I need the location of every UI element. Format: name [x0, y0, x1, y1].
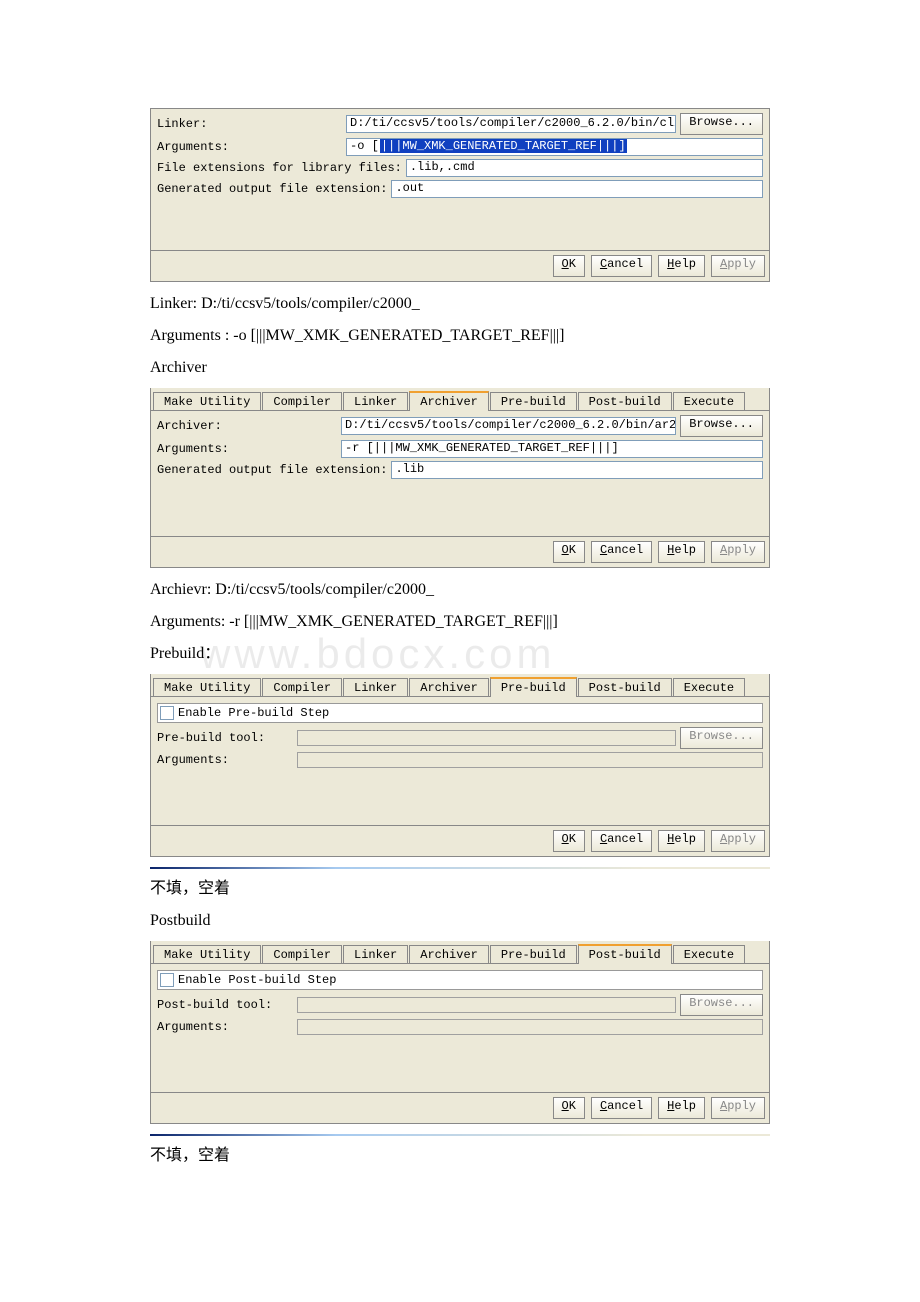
archiver-label: Archiver:	[157, 419, 337, 433]
tab-linker[interactable]: Linker	[343, 678, 408, 696]
doc-text: 不填，空着	[150, 877, 770, 901]
tab-linker[interactable]: Linker	[343, 945, 408, 963]
ok-button[interactable]: OK	[553, 255, 585, 277]
tab-postbuild[interactable]: Post-build	[578, 944, 672, 964]
arguments-input	[297, 1019, 763, 1035]
apply-button[interactable]: Apply	[711, 541, 765, 563]
doc-text: Archievr: D:/ti/ccsv5/tools/compiler/c20…	[150, 578, 770, 602]
apply-button[interactable]: Apply	[711, 255, 765, 277]
tab-make[interactable]: Make Utility	[153, 945, 261, 963]
enable-prebuild-label: Enable Pre-build Step	[178, 706, 329, 720]
cancel-button[interactable]: Cancel	[591, 541, 652, 563]
gen-out-label: Generated output file extension:	[157, 463, 387, 477]
tab-postbuild[interactable]: Post-build	[578, 392, 672, 410]
apply-button[interactable]: Apply	[711, 830, 765, 852]
doc-text: Arguments: -r [|||MW_XMK_GENERATED_TARGE…	[150, 610, 770, 634]
postbuild-tool-input	[297, 997, 676, 1013]
doc-text: Archiver	[150, 356, 770, 380]
prebuild-panel: Make Utility Compiler Linker Archiver Pr…	[150, 674, 770, 857]
cancel-button[interactable]: Cancel	[591, 1097, 652, 1119]
tab-archiver[interactable]: Archiver	[409, 945, 489, 963]
tab-make[interactable]: Make Utility	[153, 392, 261, 410]
tab-postbuild[interactable]: Post-build	[578, 678, 672, 696]
gen-out-input[interactable]: .lib	[391, 461, 763, 479]
cancel-button[interactable]: Cancel	[591, 255, 652, 277]
doc-text: Postbuild	[150, 909, 770, 933]
prebuild-tool-label: Pre-build tool:	[157, 731, 293, 745]
ok-button[interactable]: OK	[553, 1097, 585, 1119]
arguments-label: Arguments:	[157, 753, 293, 767]
ok-button[interactable]: OK	[553, 830, 585, 852]
doc-text: Prebuild：	[150, 642, 770, 666]
tab-archiver[interactable]: Archiver	[409, 391, 489, 411]
archiver-input[interactable]: D:/ti/ccsv5/tools/compiler/c2000_6.2.0/b…	[341, 417, 676, 435]
selected-text: |||MW_XMK_GENERATED_TARGET_REF|||]	[380, 139, 627, 153]
tab-prebuild[interactable]: Pre-build	[490, 677, 577, 697]
checkbox-icon[interactable]	[160, 973, 174, 987]
help-button[interactable]: Help	[658, 541, 705, 563]
apply-button[interactable]: Apply	[711, 1097, 765, 1119]
enable-postbuild-row[interactable]: Enable Post-build Step	[157, 970, 763, 990]
linker-panel: Linker: D:/ti/ccsv5/tools/compiler/c2000…	[150, 108, 770, 282]
arguments-label: Arguments:	[157, 442, 337, 456]
tab-prebuild[interactable]: Pre-build	[490, 392, 577, 410]
browse-button: Browse...	[680, 994, 763, 1016]
tab-execute[interactable]: Execute	[673, 392, 745, 410]
arguments-label: Arguments:	[157, 140, 342, 154]
arguments-input	[297, 752, 763, 768]
cancel-button[interactable]: Cancel	[591, 830, 652, 852]
tab-compiler[interactable]: Compiler	[262, 392, 342, 410]
browse-button[interactable]: Browse...	[680, 415, 763, 437]
help-button[interactable]: Help	[658, 1097, 705, 1119]
postbuild-panel: Make Utility Compiler Linker Archiver Pr…	[150, 941, 770, 1124]
help-button[interactable]: Help	[658, 830, 705, 852]
prebuild-tool-input	[297, 730, 676, 746]
postbuild-tool-label: Post-build tool:	[157, 998, 293, 1012]
tab-prebuild[interactable]: Pre-build	[490, 945, 577, 963]
ext-lib-input[interactable]: .lib,.cmd	[406, 159, 763, 177]
tab-compiler[interactable]: Compiler	[262, 945, 342, 963]
tab-make[interactable]: Make Utility	[153, 678, 261, 696]
doc-text: Linker: D:/ti/ccsv5/tools/compiler/c2000…	[150, 292, 770, 316]
tab-execute[interactable]: Execute	[673, 945, 745, 963]
help-button[interactable]: Help	[658, 255, 705, 277]
linker-input[interactable]: D:/ti/ccsv5/tools/compiler/c2000_6.2.0/b…	[346, 115, 676, 133]
browse-button[interactable]: Browse...	[680, 113, 763, 135]
archiver-panel: Make Utility Compiler Linker Archiver Pr…	[150, 388, 770, 568]
gen-out-input[interactable]: .out	[391, 180, 763, 198]
tab-linker[interactable]: Linker	[343, 392, 408, 410]
browse-button: Browse...	[680, 727, 763, 749]
tab-execute[interactable]: Execute	[673, 678, 745, 696]
arguments-input[interactable]: -r [|||MW_XMK_GENERATED_TARGET_REF|||]	[341, 440, 763, 458]
doc-text: 不填，空着	[150, 1144, 770, 1168]
enable-prebuild-row[interactable]: Enable Pre-build Step	[157, 703, 763, 723]
tab-archiver[interactable]: Archiver	[409, 678, 489, 696]
gen-out-label: Generated output file extension:	[157, 182, 387, 196]
arguments-input[interactable]: -o [|||MW_XMK_GENERATED_TARGET_REF|||]	[346, 138, 763, 156]
ext-lib-label: File extensions for library files:	[157, 161, 402, 175]
tab-compiler[interactable]: Compiler	[262, 678, 342, 696]
ok-button[interactable]: OK	[553, 541, 585, 563]
doc-text: Arguments : -o [|||MW_XMK_GENERATED_TARG…	[150, 324, 770, 348]
checkbox-icon[interactable]	[160, 706, 174, 720]
linker-label: Linker:	[157, 117, 342, 131]
enable-postbuild-label: Enable Post-build Step	[178, 973, 336, 987]
arguments-label: Arguments:	[157, 1020, 293, 1034]
